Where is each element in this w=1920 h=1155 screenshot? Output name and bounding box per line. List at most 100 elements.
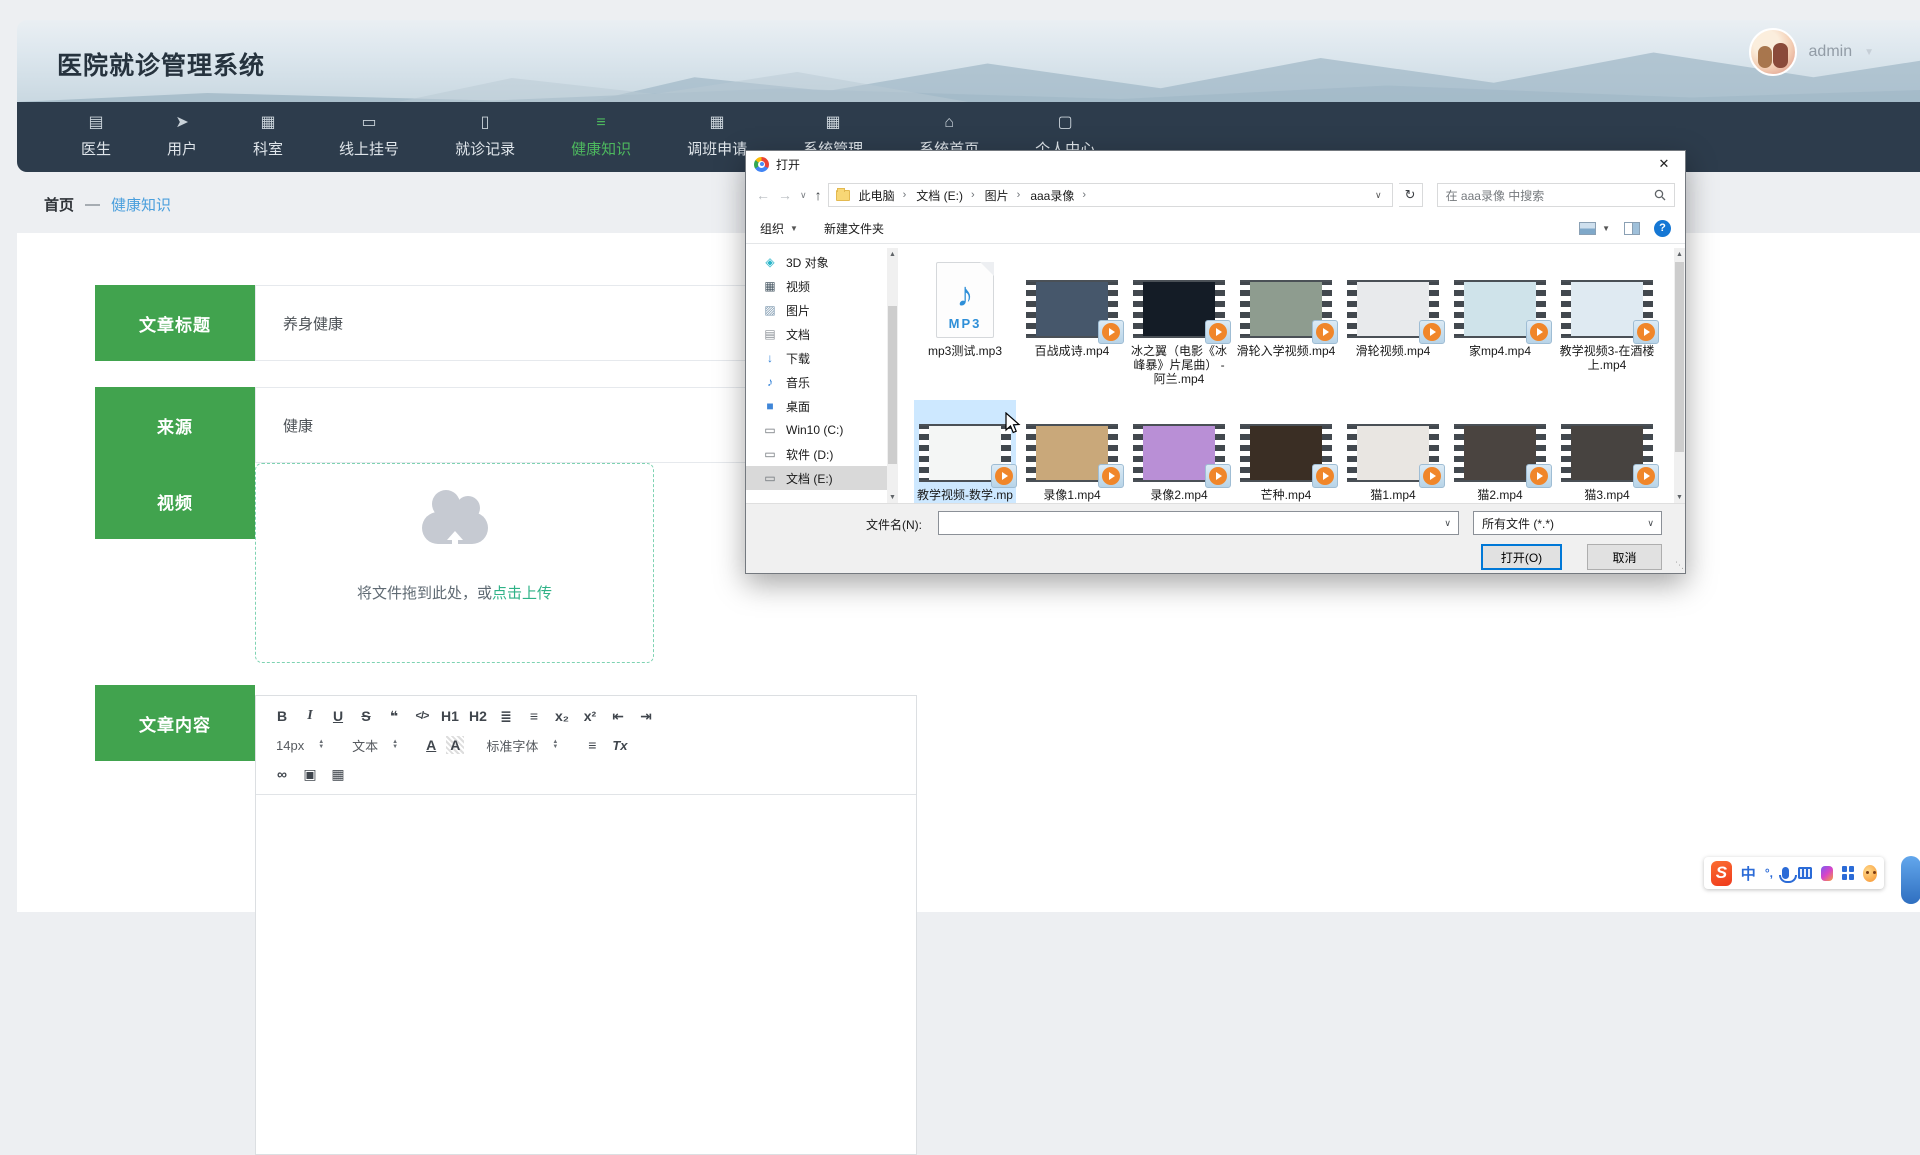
refresh-icon[interactable]: ↻ xyxy=(1399,183,1423,207)
file-item[interactable]: ♪ MP3 滑轮入学视频.mp4 xyxy=(1235,256,1337,390)
close-icon[interactable]: ✕ xyxy=(1643,151,1685,177)
file-item[interactable]: ♪ MP3 猫2.mp4 xyxy=(1449,400,1551,503)
breadcrumb-segment[interactable]: aaa录像 › xyxy=(1026,185,1090,206)
nav-item[interactable]: ≡ 健康知识 xyxy=(543,102,659,172)
editor-content-area[interactable] xyxy=(256,795,916,1147)
editor-format-button[interactable]: B xyxy=(270,706,294,726)
segment-label[interactable]: aaa录像 xyxy=(1026,185,1078,206)
toolbox-grid-icon[interactable] xyxy=(1842,866,1854,880)
scroll-down-icon[interactable]: ▼ xyxy=(887,491,898,503)
segment-label[interactable]: 文档 (E:) xyxy=(912,185,967,206)
sidebar-item[interactable]: ▨ 图片 xyxy=(746,298,887,322)
skin-icon[interactable] xyxy=(1821,866,1833,881)
filetype-select[interactable]: 所有文件 (*.*) ∨ xyxy=(1473,511,1662,535)
highlight-color-button[interactable]: A xyxy=(446,736,464,754)
editor-format-button[interactable]: ❝ xyxy=(382,706,406,726)
file-item[interactable]: ♪ MP3 芒种.mp4 xyxy=(1235,400,1337,503)
edge-widget[interactable] xyxy=(1901,856,1920,904)
language-mode-icon[interactable]: 中 xyxy=(1741,863,1756,884)
sogou-logo-icon[interactable]: S xyxy=(1711,861,1732,886)
editor-format-button[interactable]: H1 xyxy=(438,706,462,726)
scroll-down-icon[interactable]: ▼ xyxy=(1674,491,1685,503)
dialog-titlebar[interactable]: 打开 ✕ xyxy=(746,151,1685,177)
align-button[interactable]: ≡ xyxy=(580,735,604,755)
editor-insert-button[interactable]: ▦ xyxy=(326,764,350,784)
chevron-right-icon[interactable]: › xyxy=(1013,189,1025,201)
file-item[interactable]: ♪ MP3 录像2.mp4 xyxy=(1128,400,1230,503)
chevron-right-icon[interactable]: › xyxy=(1078,189,1090,201)
editor-format-button[interactable]: S xyxy=(354,706,378,726)
files-scrollbar[interactable]: ▲ ▼ xyxy=(1674,248,1685,503)
sidebar-item[interactable]: ▦ 视频 xyxy=(746,274,887,298)
sidebar-item[interactable]: ◈ 3D 对象 xyxy=(746,250,887,274)
breadcrumb-segment[interactable]: 此电脑 › xyxy=(855,185,911,206)
resize-grip[interactable]: ⋱ xyxy=(1675,560,1683,571)
sidebar-item[interactable]: ▭ 软件 (D:) xyxy=(746,442,887,466)
editor-format-button[interactable]: I xyxy=(298,706,322,726)
forward-icon[interactable]: → xyxy=(778,187,792,203)
segment-label[interactable]: 此电脑 xyxy=(855,185,899,206)
nav-item[interactable]: ▯ 就诊记录 xyxy=(427,102,543,172)
scroll-up-icon[interactable]: ▲ xyxy=(887,248,898,260)
breadcrumb-segment[interactable]: 文档 (E:) › xyxy=(912,185,978,206)
scrollbar-thumb[interactable] xyxy=(1675,262,1684,452)
video-upload-dropzone[interactable]: 将文件拖到此处，或点击上传 xyxy=(255,463,654,663)
preview-pane-icon[interactable] xyxy=(1624,222,1640,235)
upload-click-link[interactable]: 点击上传 xyxy=(492,585,552,602)
file-item[interactable]: ♪ MP3 家mp4.mp4 xyxy=(1449,256,1551,390)
nav-item[interactable]: ▦ 科室 xyxy=(225,102,311,172)
cancel-button[interactable]: 取消 xyxy=(1587,544,1662,570)
help-icon[interactable]: ? xyxy=(1654,220,1671,237)
file-item[interactable]: ♪ MP3 冰之翼（电影《冰峰暴》片尾曲） - 阿兰.mp4 xyxy=(1128,256,1230,390)
address-dropdown-icon[interactable]: ∨ xyxy=(1369,190,1388,201)
editor-insert-button[interactable]: ∞ xyxy=(270,764,294,784)
file-item[interactable]: ♪ MP3 猫3.mp4 xyxy=(1556,400,1658,503)
chevron-right-icon[interactable]: › xyxy=(899,189,911,201)
editor-format-button[interactable]: </> xyxy=(410,706,434,726)
back-icon[interactable]: ← xyxy=(756,187,770,203)
microphone-icon[interactable] xyxy=(1782,867,1789,879)
emoji-icon[interactable] xyxy=(1863,865,1877,882)
user-menu[interactable]: admin ▼ xyxy=(1749,28,1874,76)
text-color-button[interactable]: A xyxy=(420,737,442,753)
sidebar-item[interactable]: ♪ 音乐 xyxy=(746,370,887,394)
scroll-up-icon[interactable]: ▲ xyxy=(1674,248,1685,260)
history-dropdown-icon[interactable]: ∨ xyxy=(800,190,807,201)
filename-input[interactable]: ∨ xyxy=(938,511,1459,535)
file-item[interactable]: ♪ MP3 教学视频3-在酒楼上.mp4 xyxy=(1556,256,1658,390)
editor-format-button[interactable]: H2 xyxy=(466,706,490,726)
editor-insert-button[interactable]: ▣ xyxy=(298,764,322,784)
file-item[interactable]: ♪ MP3 录像1.mp4 xyxy=(1021,400,1123,503)
new-folder-button[interactable]: 新建文件夹 xyxy=(824,220,884,237)
editor-format-button[interactable]: x² xyxy=(578,706,602,726)
editor-format-button[interactable]: ≣ xyxy=(494,706,518,726)
editor-format-button[interactable]: ⇥ xyxy=(634,706,658,726)
chevron-right-icon[interactable]: › xyxy=(967,189,979,201)
sidebar-item[interactable]: ▭ Win10 (C:) xyxy=(746,418,887,442)
scrollbar-thumb[interactable] xyxy=(888,306,897,464)
breadcrumb-home[interactable]: 首页 xyxy=(44,194,74,215)
editor-format-button[interactable]: U xyxy=(326,706,350,726)
breadcrumb-current[interactable]: 健康知识 xyxy=(111,194,171,215)
nav-item[interactable]: ▤ 医生 xyxy=(53,102,139,172)
sidebar-scrollbar[interactable]: ▲ ▼ xyxy=(887,248,898,503)
editor-format-button[interactable]: ≡ xyxy=(522,706,546,726)
punctuation-icon[interactable]: °, xyxy=(1765,866,1773,880)
font-family-select[interactable]: 标准字体 ▲▼ xyxy=(480,736,564,755)
sidebar-item[interactable]: ■ 桌面 xyxy=(746,394,887,418)
up-icon[interactable]: ↑ xyxy=(815,187,822,203)
sidebar-item[interactable]: ▭ 文档 (E:) xyxy=(746,466,887,490)
clear-format-button[interactable]: Tx xyxy=(608,738,631,753)
sidebar-item[interactable]: ↓ 下载 xyxy=(746,346,887,370)
breadcrumb-segment[interactable]: 图片 › xyxy=(981,185,1025,206)
search-input[interactable]: 在 aaa录像 中搜索 xyxy=(1437,183,1675,207)
file-item[interactable]: ♪ MP3 教学视频-数学.mp4 xyxy=(914,400,1016,503)
file-item[interactable]: ♪ MP3 猫1.mp4 xyxy=(1342,400,1444,503)
editor-format-button[interactable]: ⇤ xyxy=(606,706,630,726)
open-button[interactable]: 打开(O) xyxy=(1481,544,1562,570)
keyboard-icon[interactable] xyxy=(1798,867,1812,879)
segment-label[interactable]: 图片 xyxy=(981,185,1013,206)
avatar[interactable] xyxy=(1749,28,1797,76)
file-item[interactable]: ♪ MP3 百战成诗.mp4 xyxy=(1021,256,1123,390)
organize-button[interactable]: 组织 ▼ xyxy=(760,220,798,237)
